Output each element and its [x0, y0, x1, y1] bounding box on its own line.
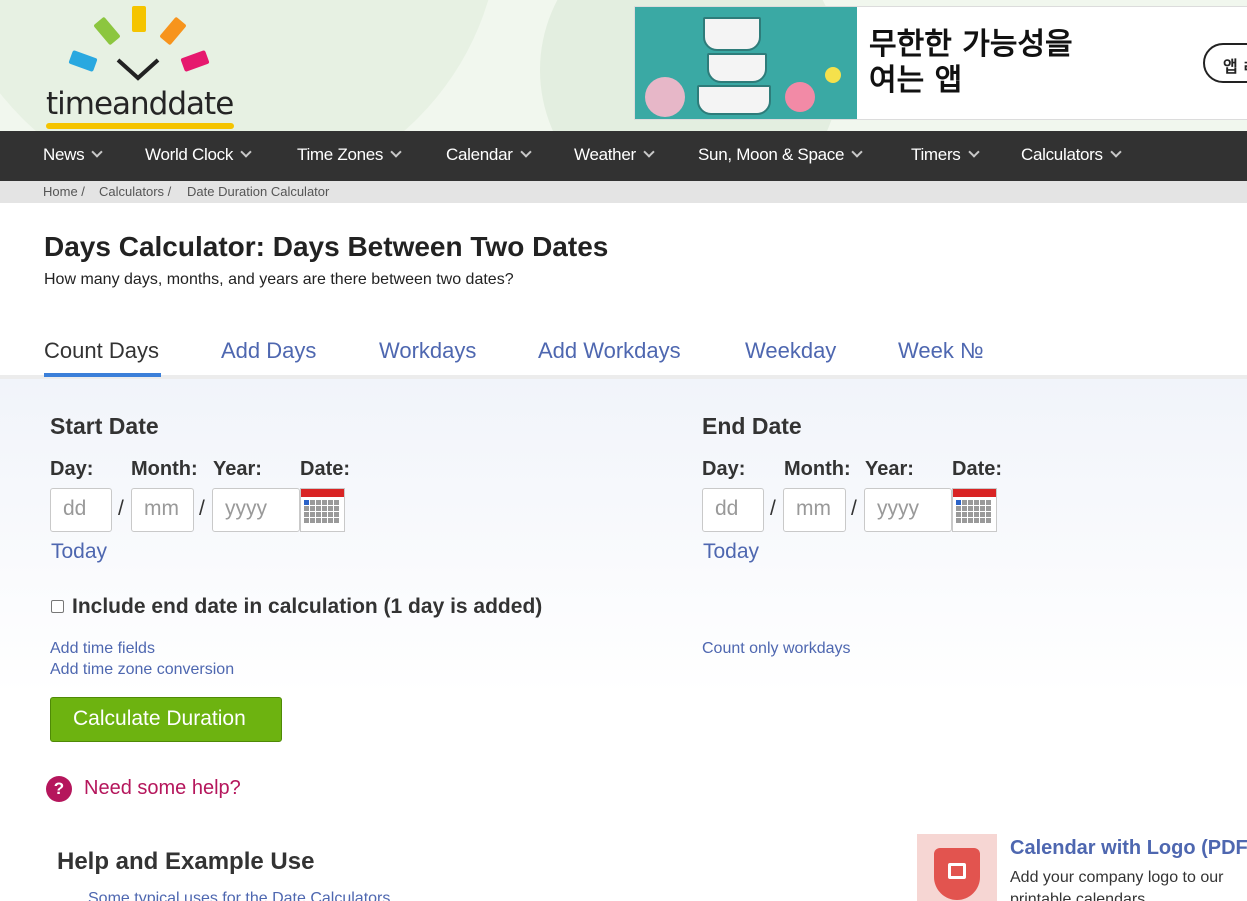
end-calendar-icon[interactable] [952, 488, 997, 532]
chevron-down-icon [91, 146, 103, 158]
tab-workdays[interactable]: Workdays [379, 338, 476, 364]
tab-add-days[interactable]: Add Days [221, 338, 316, 364]
main-nav: News World Clock Time Zones Calendar Wea… [0, 131, 1247, 181]
start-day-input[interactable]: dd [50, 488, 112, 532]
date-separator: / [118, 497, 124, 520]
start-date-label: Date: [300, 458, 351, 480]
end-month-label: Month: [784, 458, 851, 480]
end-day-label: Day: [702, 458, 746, 480]
promo-description: Add your company logo to our printable c… [1010, 869, 1224, 901]
breadcrumb: Home / Calculators / Date Duration Calcu… [0, 181, 1247, 203]
include-end-date-checkbox[interactable] [51, 600, 64, 613]
site-logo[interactable]: timeanddate [44, 4, 244, 130]
end-year-label: Year: [865, 458, 914, 480]
advertisement-banner[interactable]: 무한한 가능성을 여는 앱 앱 ㄹ [634, 6, 1247, 120]
nav-item-timers[interactable]: Timers [911, 145, 980, 165]
tab-add-workdays[interactable]: Add Workdays [538, 338, 681, 364]
start-calendar-icon[interactable] [300, 488, 345, 532]
tab-count-days[interactable]: Count Days [44, 338, 159, 364]
breadcrumb-home[interactable]: Home / [43, 184, 85, 199]
page-subtitle: How many days, months, and years are the… [44, 271, 514, 288]
help-question-icon[interactable]: ? [46, 776, 72, 802]
chevron-down-icon [643, 146, 655, 158]
end-day-input[interactable]: dd [702, 488, 764, 532]
chevron-down-icon [851, 146, 863, 158]
date-separator: / [770, 497, 776, 520]
chevron-down-icon [390, 146, 402, 158]
nav-item-calculators[interactable]: Calculators [1021, 145, 1122, 165]
breadcrumb-calculators[interactable]: Calculators / [99, 184, 171, 199]
ad-button[interactable]: 앱 ㄹ [1203, 43, 1247, 83]
chevron-down-icon [519, 146, 532, 158]
start-month-label: Month: [131, 458, 198, 480]
promo-title-link[interactable]: Calendar with Logo (PDF [1010, 837, 1247, 860]
site-header: timeanddate 무한한 가능성을 여는 앱 앱 ㄹ [0, 0, 1247, 131]
chevron-down-icon [1110, 146, 1122, 158]
help-section-heading: Help and Example Use [57, 848, 315, 875]
nav-item-time-zones[interactable]: Time Zones [297, 145, 402, 165]
chevron-down-icon [967, 146, 980, 158]
breadcrumb-current: Date Duration Calculator [187, 184, 330, 199]
start-date-heading: Start Date [50, 413, 159, 439]
logo-underline [46, 123, 234, 129]
ad-headline: 무한한 가능성을 여는 앱 [869, 27, 1073, 98]
active-tab-indicator [44, 373, 161, 377]
calculator-panel [0, 375, 1247, 695]
add-time-fields-link[interactable]: Add time fields [50, 640, 155, 658]
start-day-label: Day: [50, 458, 94, 480]
date-separator: / [851, 497, 857, 520]
end-date-heading: End Date [702, 413, 802, 439]
logo-rays-icon [68, 6, 210, 81]
start-month-input[interactable]: mm [131, 488, 194, 532]
include-end-date-label[interactable]: Include end date in calculation (1 day i… [72, 595, 542, 619]
start-year-label: Year: [213, 458, 262, 480]
nav-item-news[interactable]: News [43, 145, 103, 165]
count-workdays-link[interactable]: Count only workdays [702, 640, 851, 658]
shield-calendar-icon [934, 848, 980, 900]
start-year-input[interactable]: yyyy [212, 488, 300, 532]
add-time-zone-link[interactable]: Add time zone conversion [50, 661, 234, 679]
calendar-logo-promo-image[interactable] [917, 834, 997, 901]
tab-week-number[interactable]: Week № [898, 338, 984, 364]
start-today-link[interactable]: Today [51, 540, 107, 564]
nav-item-sun-moon-space[interactable]: Sun, Moon & Space [698, 145, 863, 165]
chevron-down-icon [240, 146, 252, 158]
end-date-label: Date: [952, 458, 1003, 480]
nav-item-world-clock[interactable]: World Clock [145, 145, 252, 165]
need-help-link[interactable]: Need some help? [84, 777, 241, 800]
end-year-input[interactable]: yyyy [864, 488, 952, 532]
end-month-input[interactable]: mm [783, 488, 846, 532]
nav-item-calendar[interactable]: Calendar [446, 145, 532, 165]
tab-weekday[interactable]: Weekday [745, 338, 836, 364]
calculate-duration-button[interactable]: Calculate Duration [50, 697, 282, 742]
date-separator: / [199, 497, 205, 520]
end-today-link[interactable]: Today [703, 540, 759, 564]
ad-image [635, 7, 857, 119]
typical-uses-link[interactable]: Some typical uses for the Date Calculato… [88, 890, 390, 901]
logo-wordmark: timeanddate [46, 86, 234, 122]
page-title: Days Calculator: Days Between Two Dates [44, 231, 609, 262]
nav-item-weather[interactable]: Weather [574, 145, 655, 165]
